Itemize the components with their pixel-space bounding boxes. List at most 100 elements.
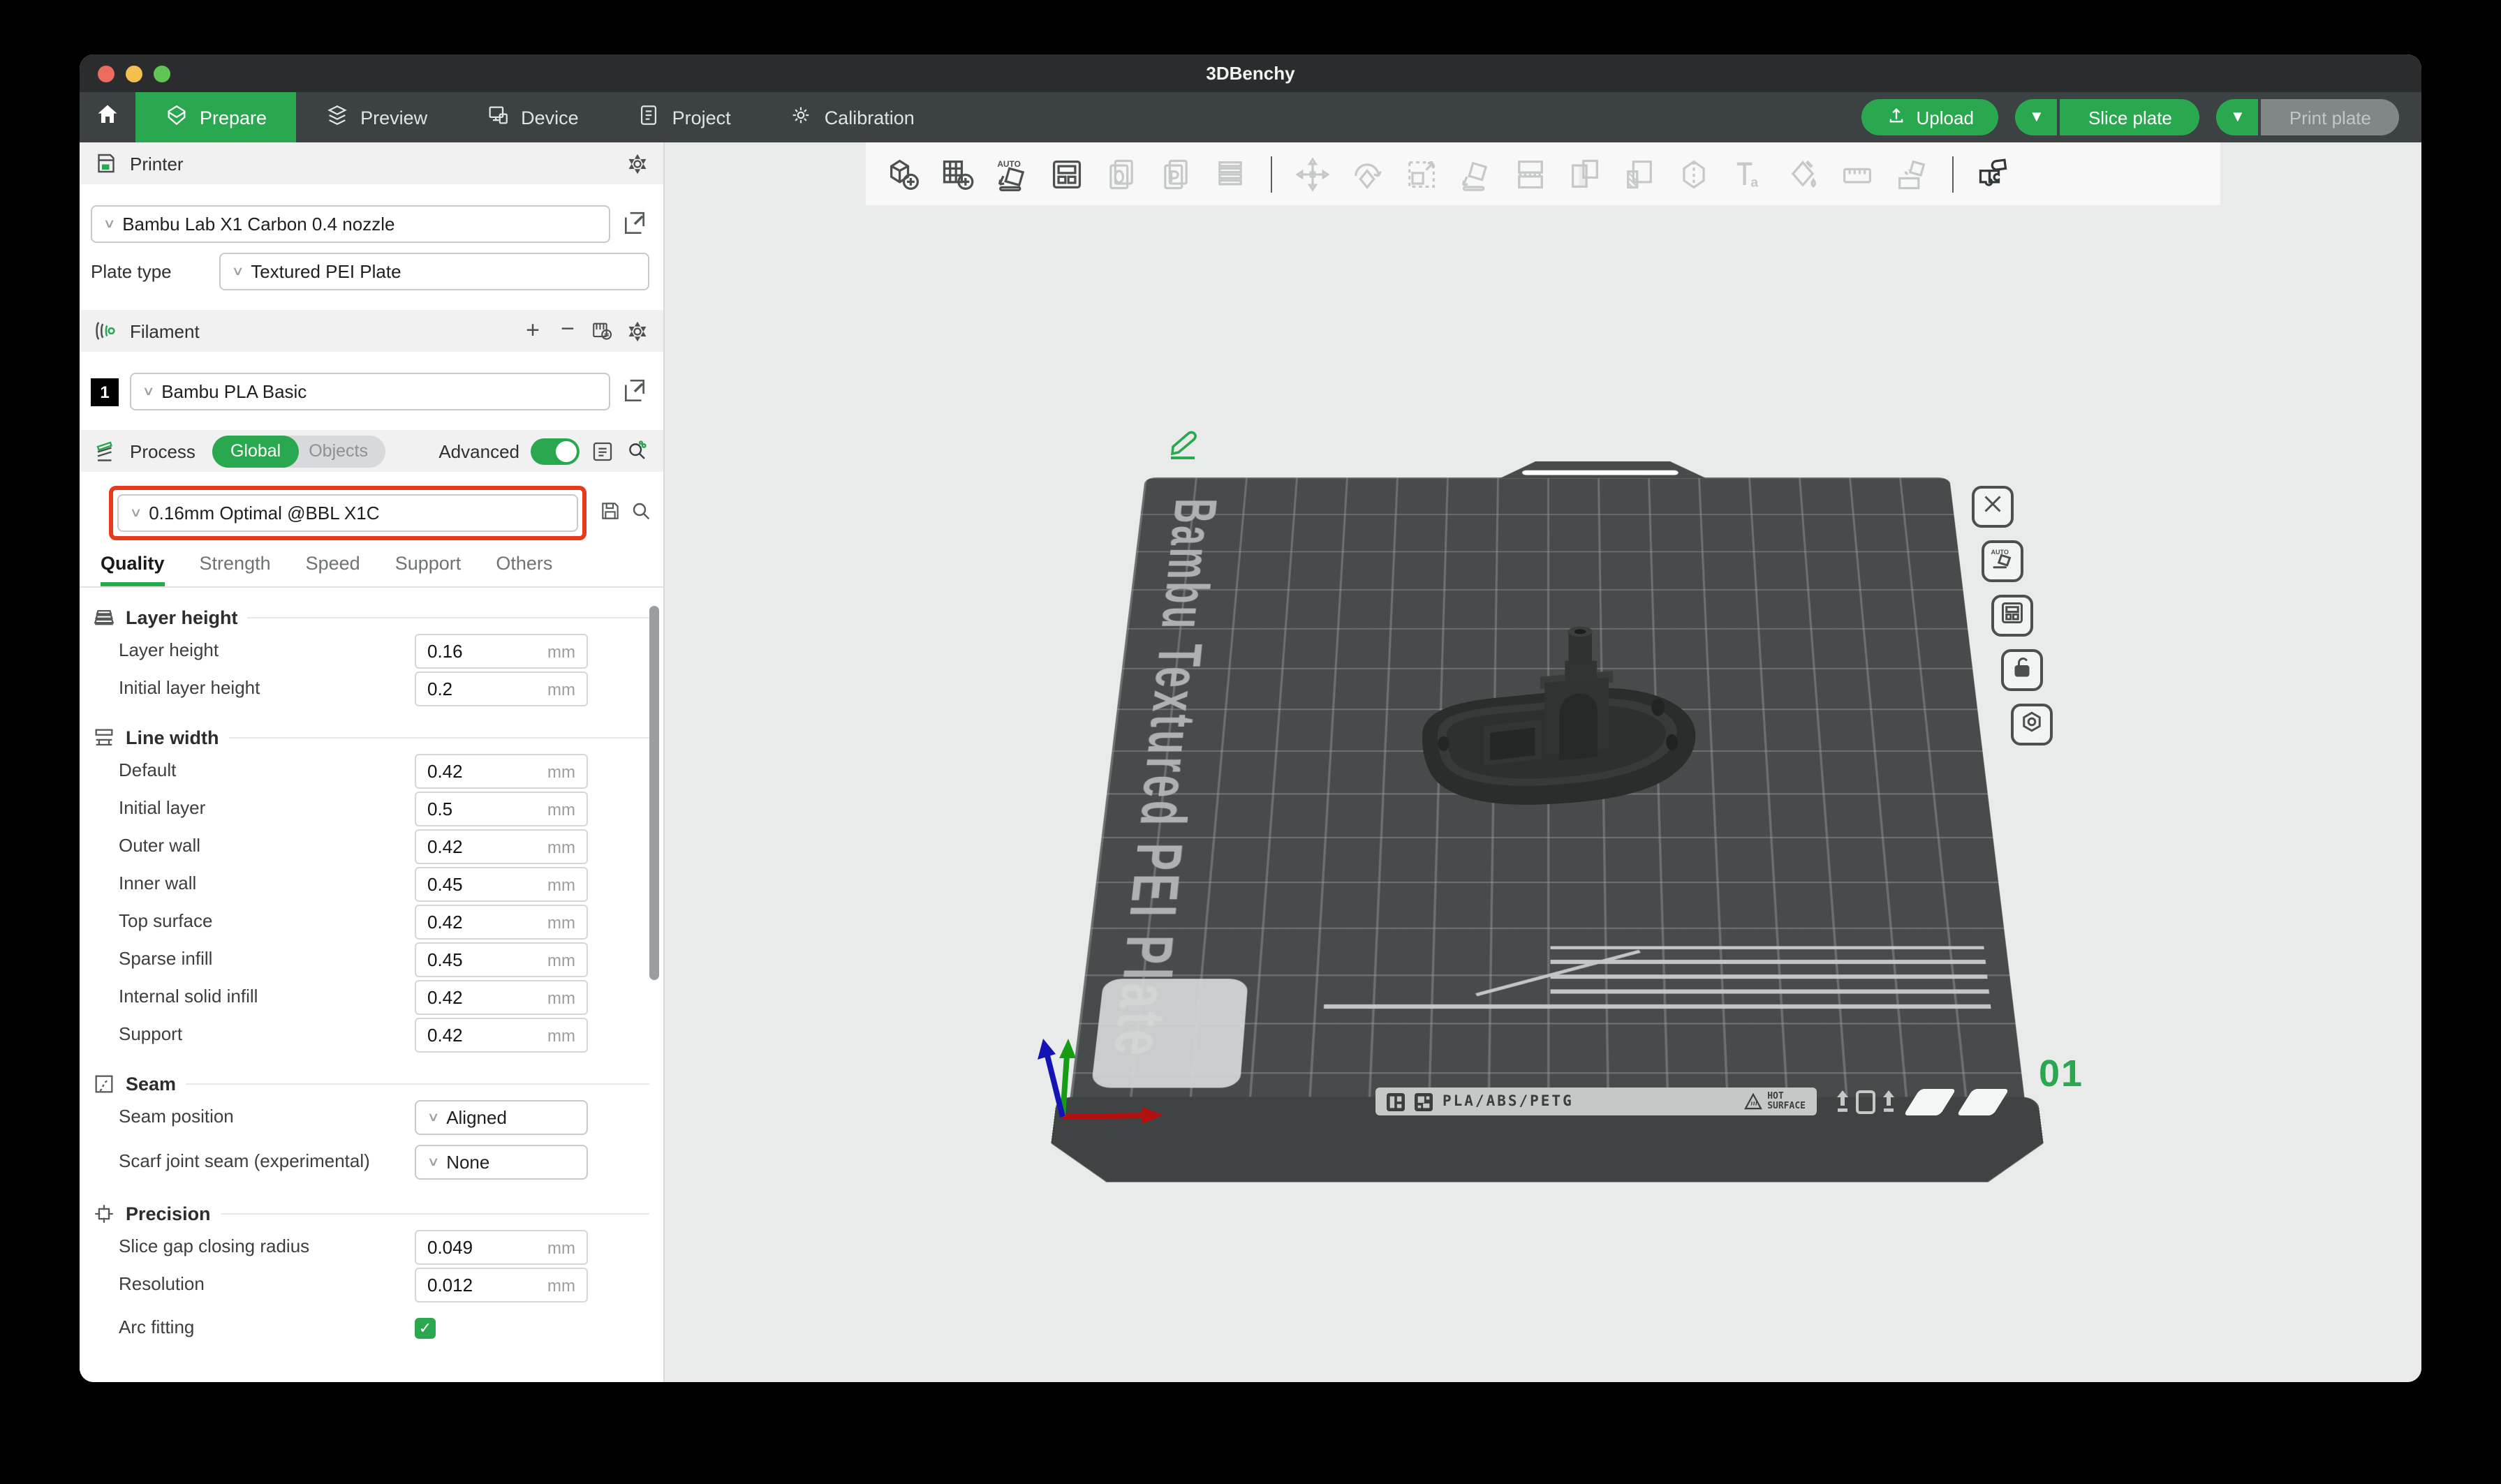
unlock-icon [2009, 654, 2035, 686]
seam-position-select[interactable]: ∨ Aligned [415, 1100, 588, 1135]
add-filament-icon[interactable]: + [521, 319, 545, 343]
scope-objects[interactable]: Objects [299, 441, 385, 461]
slice-plate-button[interactable]: Slice plate [2060, 99, 2200, 135]
line-width-default-input[interactable]: 0.42mm [415, 754, 588, 789]
ams-sync-icon[interactable] [591, 319, 614, 343]
arrange-plate-button[interactable] [1991, 595, 2033, 637]
slice-split-button: ▼ Slice plate [2016, 99, 2200, 135]
prepare-icon [165, 103, 189, 131]
initial-layer-height-input[interactable]: 0.2 mm [415, 671, 588, 706]
rename-plate-pencil-icon[interactable] [1165, 426, 1201, 462]
viewport-3d[interactable]: AUTO a [665, 142, 2421, 1382]
line-width-sparse-infill-input[interactable]: 0.45mm [415, 942, 588, 977]
save-preset-icon[interactable] [599, 500, 621, 526]
arc-fitting-checkbox[interactable]: ✓ [415, 1318, 436, 1339]
auto-orient-icon[interactable]: AUTO [994, 156, 1031, 192]
tab-device[interactable]: Device [457, 92, 608, 142]
line-width-internal-solid-infill-input[interactable]: 0.42mm [415, 980, 588, 1015]
line-width-initial-layer-input[interactable]: 0.5mm [415, 792, 588, 826]
resolution-input[interactable]: 0.012mm [415, 1268, 588, 1303]
add-plate-icon[interactable] [940, 156, 976, 192]
setting-label: Slice gap closing radius [119, 1237, 415, 1258]
delete-plate-button[interactable] [1972, 486, 2014, 528]
setting-row: Default 0.42mm [80, 754, 663, 789]
add-model-icon[interactable] [885, 156, 922, 192]
line-width-outer-wall-input[interactable]: 0.42mm [415, 829, 588, 864]
line-width-support-input[interactable]: 0.42mm [415, 1018, 588, 1053]
plate-settings-button[interactable] [2011, 704, 2053, 745]
minimize-window-button[interactable] [126, 66, 142, 82]
printer-settings-gear-icon[interactable] [626, 151, 649, 175]
filament-preset-select[interactable]: ∨ Bambu PLA Basic [130, 373, 610, 410]
slice-dropdown-button[interactable]: ▼ [2016, 99, 2058, 135]
svg-text:a: a [1750, 174, 1758, 189]
line-width-top-surface-input[interactable]: 0.42mm [415, 905, 588, 940]
section-label: Precision [126, 1203, 211, 1224]
lay-on-face-icon [1458, 156, 1494, 192]
assembly-view-icon [1894, 156, 1930, 192]
purge-line [1551, 989, 1989, 993]
filament-preset-value: Bambu PLA Basic [161, 381, 307, 402]
setting-label: Resolution [119, 1275, 415, 1296]
tab-support[interactable]: Support [395, 553, 462, 586]
scope-global[interactable]: Global [212, 435, 299, 467]
search-settings-icon[interactable] [630, 500, 652, 526]
printer-icon [94, 151, 119, 176]
tab-quality[interactable]: Quality [101, 553, 165, 586]
tab-preview[interactable]: Preview [296, 92, 457, 142]
layer-height-input[interactable]: 0.16 mm [415, 634, 588, 669]
scarf-joint-seam-select[interactable]: ∨ None [415, 1144, 588, 1179]
print-plate-button[interactable]: Print plate [2262, 99, 2399, 135]
tab-project[interactable]: Project [608, 92, 760, 142]
benchy-model[interactable] [1402, 617, 1715, 824]
print-split-button: ▼ Print plate [2217, 99, 2399, 135]
edit-filament-icon[interactable] [621, 378, 648, 405]
printer-preset-select[interactable]: ∨ Bambu Lab X1 Carbon 0.4 nozzle [91, 205, 610, 243]
nav-bar: Prepare Preview Device Project Calibrati… [80, 92, 2421, 142]
auto-orient-plate-button[interactable]: AUTO [1982, 540, 2023, 582]
nav-actions: Upload ▼ Slice plate ▼ Print plate [1862, 92, 2421, 142]
slice-gap-closing-radius-input[interactable]: 0.049mm [415, 1230, 588, 1265]
plate-handle [1475, 461, 1726, 478]
tab-prepare[interactable]: Prepare [135, 92, 296, 142]
parameter-table-icon[interactable] [591, 439, 614, 463]
quality-settings-panel: Layer height Layer height 0.16 mm Initia… [80, 588, 663, 1346]
hexagon-nut-icon [2019, 708, 2044, 741]
line-width-inner-wall-input[interactable]: 0.45mm [415, 867, 588, 902]
plate-type-select[interactable]: ∨ Textured PEI Plate [219, 253, 649, 290]
plate-type-value: Textured PEI Plate [251, 261, 401, 282]
process-scope-toggle[interactable]: Global Objects [212, 435, 385, 467]
close-window-button[interactable] [98, 66, 115, 82]
tab-others[interactable]: Others [496, 553, 552, 586]
upload-button[interactable]: Upload [1862, 99, 1999, 135]
tab-strength[interactable]: Strength [200, 553, 271, 586]
advanced-toggle[interactable] [531, 438, 580, 464]
filament-settings-gear-icon[interactable] [626, 319, 649, 343]
arrange-icon[interactable] [1049, 156, 1085, 192]
line-width-icon [92, 726, 116, 750]
viewport-toolbar: AUTO a [866, 142, 2220, 205]
auto-orient-icon: AUTO [1990, 545, 2015, 577]
process-preset-select[interactable]: ∨ 0.16mm Optimal @BBL X1C [117, 494, 578, 532]
lock-plate-button[interactable] [2001, 649, 2043, 691]
tab-speed[interactable]: Speed [306, 553, 360, 586]
filament-section-label: Filament [130, 320, 200, 341]
print-dropdown-button[interactable]: ▼ [2217, 99, 2259, 135]
setting-label: Top surface [119, 912, 415, 933]
remove-filament-icon[interactable]: − [556, 319, 580, 343]
edit-printer-icon[interactable] [621, 211, 648, 237]
printer-section-header: Printer [80, 142, 663, 184]
setting-label: Initial layer [119, 799, 415, 819]
zoom-window-button[interactable] [154, 66, 170, 82]
setting-row: Scarf joint seam (experimental) ∨ None [80, 1138, 663, 1185]
window-title: 3DBenchy [1206, 63, 1294, 84]
printer-preset-row: ∨ Bambu Lab X1 Carbon 0.4 nozzle [80, 205, 663, 243]
tab-calibration[interactable]: Calibration [760, 92, 944, 142]
close-icon [1980, 491, 2005, 523]
plate-number: 01 [2039, 1053, 2083, 1096]
split-objects-puzzle-icon[interactable] [1976, 156, 2012, 192]
compare-presets-icon[interactable] [626, 439, 649, 463]
plate-type-label: Plate type [91, 261, 219, 282]
settings-scrollbar[interactable] [649, 606, 659, 980]
home-button[interactable] [80, 92, 135, 142]
